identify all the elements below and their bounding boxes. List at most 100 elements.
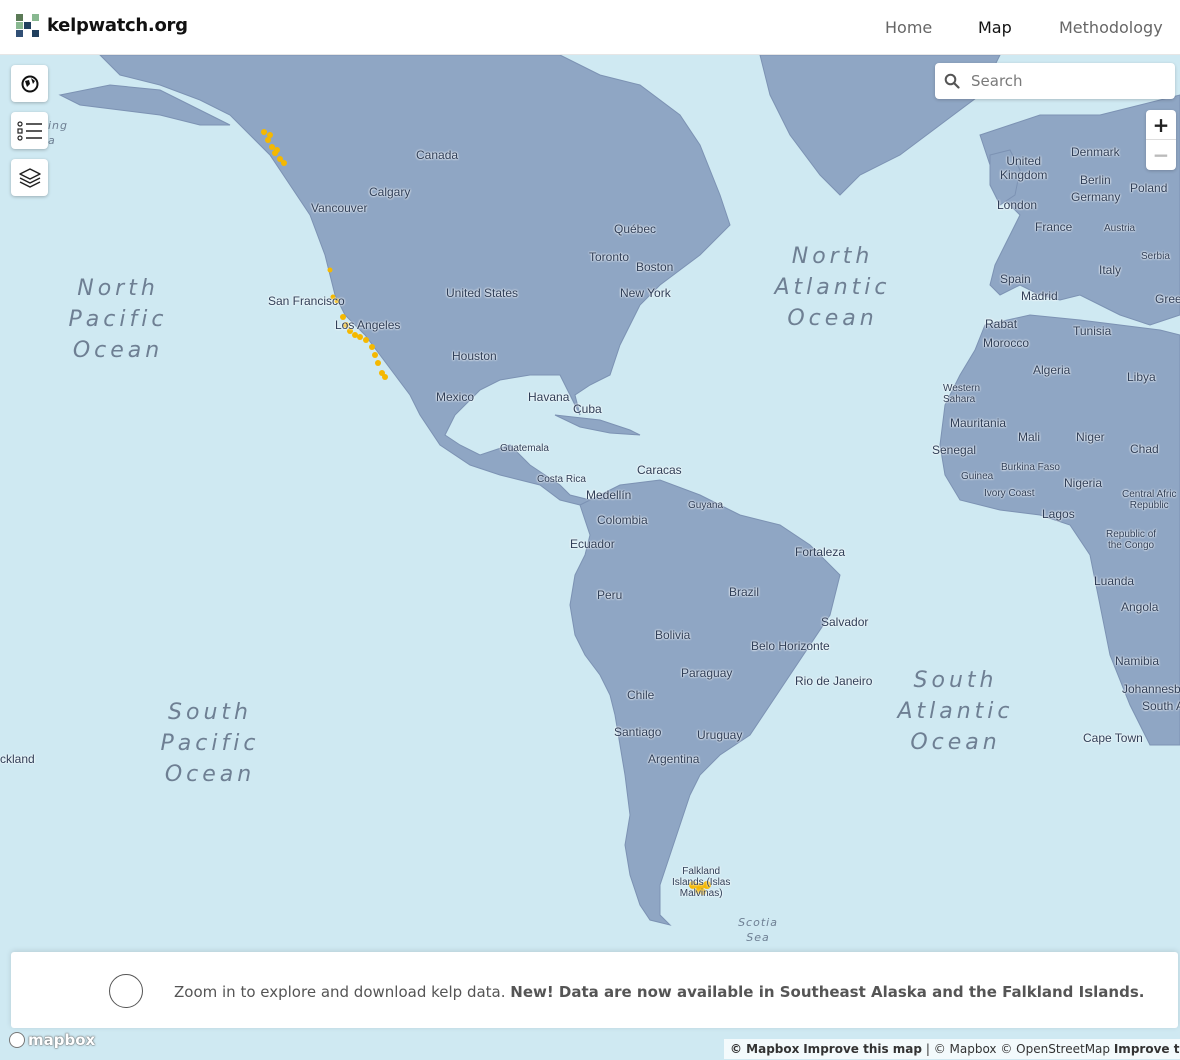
brand[interactable]: kelpwatch.org [16,14,188,37]
place-label: Italy [1099,263,1122,277]
place-label: Namibia [1115,654,1160,668]
place-label: Germany [1071,190,1121,204]
brand-name[interactable]: kelpwatch.org [47,15,188,36]
place-label: Medellín [586,488,632,502]
place-label: Los Angeles [335,318,401,332]
place-label: Houston [452,349,497,363]
place-label: Paraguay [681,666,733,680]
place-label: South A [1142,699,1180,713]
sea-label-scotia: Scotia Sea [738,916,778,944]
improve-map-link-2[interactable]: Improve this map [1114,1042,1180,1056]
ocean-label-south-atlantic: South Atlantic Ocean [897,668,1014,755]
place-label: Peru [597,588,623,602]
place-label: Ivory Coast [984,488,1035,499]
place-label: Bolivia [655,628,691,642]
place-label: ckland [0,752,35,766]
improve-map-link[interactable]: Improve this map [803,1042,922,1056]
place-label: Canada [416,148,459,162]
osm-attribution-link[interactable]: © OpenStreetMap [1000,1042,1110,1056]
place-label: Senegal [932,443,977,457]
zoom-out-button[interactable]: − [1146,140,1176,169]
zoom-in-button[interactable]: + [1146,110,1176,140]
place-label: Poland [1130,181,1168,195]
banner-text: Zoom in to explore and download kelp dat… [174,983,511,1001]
place-label: Angola [1121,600,1159,614]
place-label: Fortaleza [795,545,846,559]
globe-icon [21,75,38,92]
place-label: Mali [1018,430,1041,444]
place-label: Johannesbu [1122,682,1180,696]
place-label: Burkina Faso [1001,462,1060,473]
place-label: Mauritania [950,416,1007,430]
banner-announcement: New! Data are now available in Southeast… [510,983,1145,1001]
map-attribution: © Mapbox Improve this map | © Mapbox © O… [724,1039,1180,1059]
legend-button[interactable] [11,112,48,149]
place-label: Vancouver [311,201,368,215]
place-label: Salvador [821,615,869,629]
place-label: Morocco [983,336,1030,350]
place-label: San Francisco [268,294,345,308]
place-label: Santiago [614,725,662,739]
map-canvas[interactable]: North Pacific Ocean North Atlantic Ocean… [0,55,1180,1060]
place-label: Costa Rica [537,474,586,485]
mapbox-attribution-link[interactable]: © Mapbox [730,1042,799,1056]
nav-methodology-link[interactable]: Methodology [1059,18,1163,37]
place-label: Rio de Janeiro [795,674,873,688]
place-label: Brazil [729,585,760,599]
place-label: Toronto [589,250,630,264]
place-label: London [997,198,1038,212]
place-label: Chile [627,688,655,702]
place-label: Central Afric Republic [1122,489,1177,511]
zoom-control: + − [1146,110,1176,170]
attribution-separator: | [925,1042,930,1056]
place-label: Guyana [688,500,724,511]
place-label: Guinea [961,471,994,482]
place-label: Ecuador [570,537,615,551]
place-label: New York [620,286,671,300]
place-label: Mexico [436,390,475,404]
nav-home-link[interactable]: Home [885,18,932,37]
legend-list-icon [16,120,42,141]
place-label: Belo Horizonte [751,639,830,653]
place-label: Berlin [1080,173,1111,187]
top-navbar: kelpwatch.org Home Map Methodology [0,0,1180,55]
banner-message: Zoom in to explore and download kelp dat… [174,983,1144,1001]
place-label: Cuba [573,402,602,416]
mapbox-attribution-link-2[interactable]: © Mapbox [934,1042,997,1056]
place-label: Western Sahara [943,383,981,405]
place-label: Austria [1104,223,1136,234]
place-label: Boston [636,260,674,274]
search-icon [935,73,969,89]
mapbox-logo-icon [9,1032,25,1048]
search-input[interactable] [969,71,1163,91]
place-label: Serbia [1141,251,1170,262]
loading-circle-icon [109,974,143,1008]
place-label: Republic of the Congo [1106,529,1157,551]
place-label: Luanda [1094,574,1135,588]
place-label: Guatemala [500,443,549,454]
mapbox-logo-text: mapbox [28,1031,96,1049]
place-label: Rabat [985,317,1018,331]
place-label: Cape Town [1083,731,1143,745]
sea-label-bering: ing a [48,119,69,147]
place-label: Argentina [648,752,700,766]
place-label: Madrid [1021,289,1058,303]
layers-button[interactable] [11,159,48,196]
place-label: Niger [1076,430,1105,444]
place-label: Nigeria [1064,476,1103,490]
place-label: Havana [528,390,570,404]
nav-map-link[interactable]: Map [978,18,1012,37]
place-label: Québec [614,222,657,236]
place-label: Gree [1155,292,1180,306]
place-label: Libya [1127,370,1156,384]
place-label: Colombia [597,513,648,527]
map-search-box[interactable] [935,63,1175,99]
place-label: Tunisia [1073,324,1112,338]
mapbox-logo[interactable]: mapbox [9,1031,95,1049]
globe-view-button[interactable] [11,65,48,102]
place-label: Caracas [637,463,682,477]
place-label: Lagos [1042,507,1075,521]
place-label: Uruguay [697,728,743,742]
place-label: Algeria [1033,363,1071,377]
ocean-label-south-pacific: South Pacific Ocean [160,700,260,787]
